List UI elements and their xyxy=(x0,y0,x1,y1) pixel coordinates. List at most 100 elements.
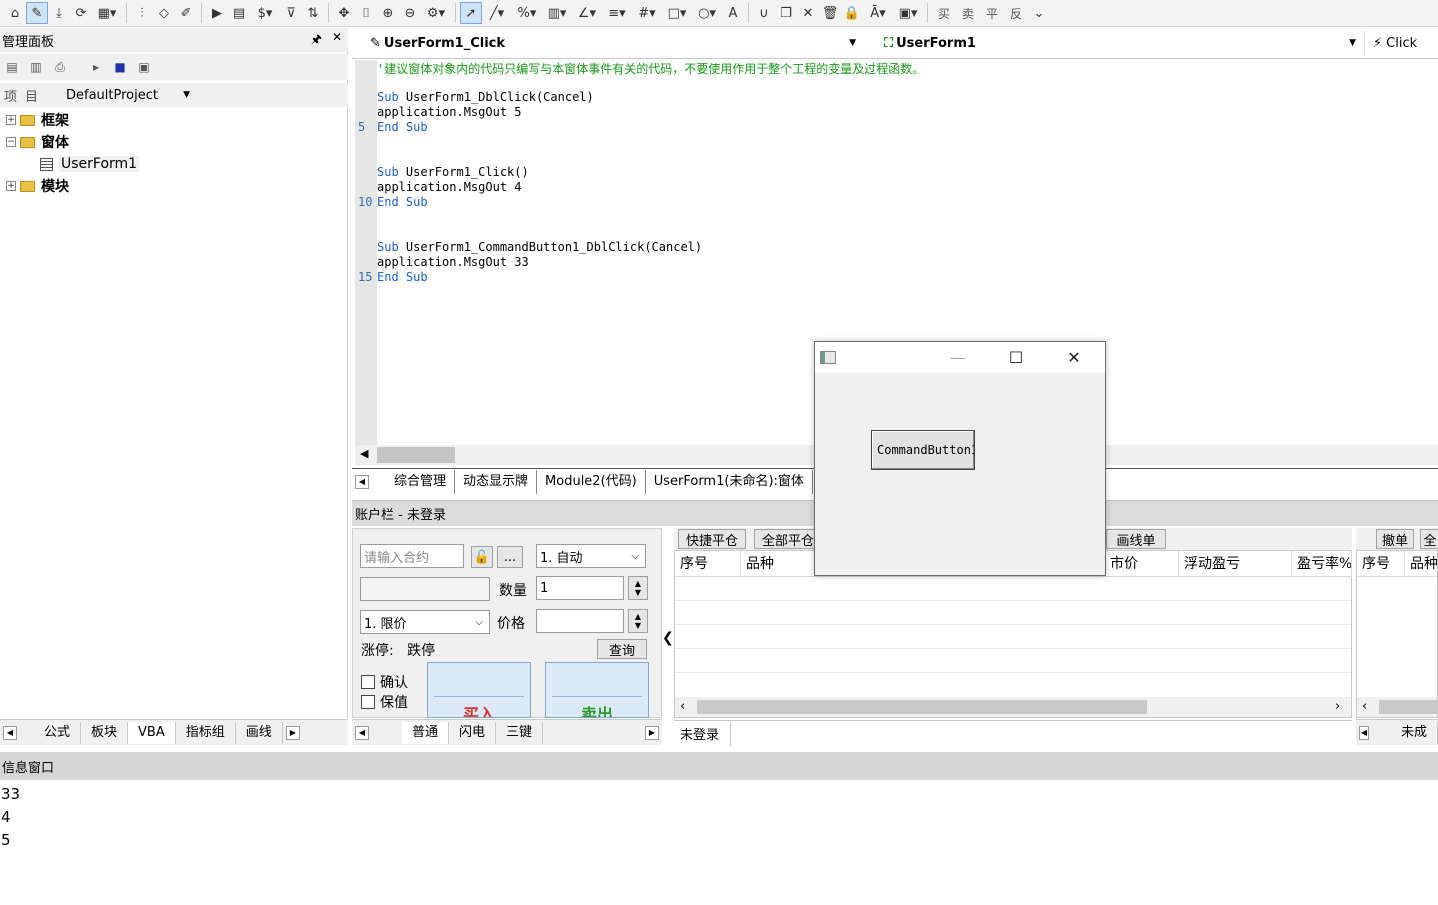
close-all-button[interactable]: 全部平仓 xyxy=(754,529,822,549)
tab-scroll-left-icon[interactable]: ◀ xyxy=(1359,725,1369,740)
column-header[interactable]: 盈亏率% xyxy=(1292,551,1352,577)
angle-icon[interactable]: ∠▾ xyxy=(572,2,602,24)
rectangle-icon[interactable]: □▾ xyxy=(662,2,692,24)
object-select[interactable]: ⛶ UserForm1 ▼ xyxy=(864,31,1364,55)
quick-close-button[interactable]: 快捷平仓 xyxy=(678,529,746,549)
procedure-select[interactable]: ✎ UserForm1_Click ▼ xyxy=(352,31,864,55)
minimize-icon[interactable]: — xyxy=(929,342,987,373)
column-header[interactable]: 序号 xyxy=(1357,551,1405,577)
command-button-1[interactable]: CommandButton1 xyxy=(871,430,975,470)
close-position-text-button[interactable]: 平 xyxy=(980,2,1004,24)
magnet-icon[interactable]: ∪ xyxy=(753,2,775,24)
grid-horizontal-scrollbar[interactable]: ‹ › xyxy=(675,697,1351,717)
scroll-left-icon[interactable]: ‹ xyxy=(680,699,685,714)
move-icon[interactable]: ✥ xyxy=(333,2,355,24)
reverse-text-button[interactable]: 反 xyxy=(1004,2,1028,24)
confirm-checkbox[interactable]: 确认 xyxy=(361,672,408,692)
column-header[interactable]: 市价 xyxy=(1105,551,1179,577)
more-button[interactable]: ... xyxy=(497,546,523,568)
scrollbar-thumb[interactable] xyxy=(377,447,455,463)
contract-input[interactable]: 请输入合约 xyxy=(360,544,464,568)
tab-three-key[interactable]: 三键 xyxy=(496,721,544,744)
pin-icon[interactable]: 🖈 xyxy=(311,30,322,51)
query-button[interactable]: 查询 xyxy=(597,639,647,659)
tree-item[interactable]: UserForm1 xyxy=(6,153,336,175)
copy-icon[interactable]: ❐ xyxy=(775,2,797,24)
price-input[interactable] xyxy=(536,609,624,633)
tab-formula[interactable]: 公式 xyxy=(34,721,82,744)
ruler-pen-icon[interactable]: ✎ xyxy=(26,2,48,24)
scale-icon[interactable]: ▥▾ xyxy=(542,2,572,24)
dollar-icon[interactable]: $▾ xyxy=(250,2,280,24)
edit-icon[interactable]: ✐ xyxy=(175,2,197,24)
cancel-all-button[interactable]: 全 xyxy=(1420,529,1438,549)
scrollbar-thumb[interactable] xyxy=(697,700,1147,714)
view-object-icon[interactable]: ▥ xyxy=(26,60,46,74)
keep-value-checkbox[interactable]: 保值 xyxy=(361,692,408,712)
trash-icon[interactable]: 🗑 xyxy=(819,2,841,24)
run-icon[interactable]: ▸ xyxy=(86,60,106,74)
bracket-icon[interactable]: ⌷ xyxy=(355,2,377,24)
cancel-order-button[interactable]: 撤单 xyxy=(1376,529,1414,549)
project-select[interactable]: DefaultProject ▼ xyxy=(60,85,190,105)
tab-comprehensive-management[interactable]: 综合管理 xyxy=(372,469,456,494)
tab-module2-code[interactable]: Module2(代码) xyxy=(537,469,646,494)
document-icon[interactable]: ▤ xyxy=(228,2,250,24)
settings-icon[interactable]: ⚙▾ xyxy=(421,2,451,24)
grid-horizontal-scrollbar[interactable]: ‹ xyxy=(1357,697,1437,717)
play-icon[interactable]: ▶ xyxy=(206,2,228,24)
scrollbar-thumb[interactable] xyxy=(1379,700,1437,714)
tab-scroll-left-icon[interactable]: ◀ xyxy=(355,474,369,489)
tab-scroll-left-icon[interactable]: ◀ xyxy=(3,725,17,740)
cursor-icon[interactable]: ➚ xyxy=(460,2,482,24)
userform-titlebar[interactable]: — ☐ ✕ xyxy=(815,342,1105,373)
sell-text-button[interactable]: 卖 xyxy=(956,2,980,24)
event-select[interactable]: ⚡ Click xyxy=(1364,31,1417,55)
collapse-arrow-icon[interactable]: ❮ xyxy=(662,630,674,646)
scroll-left-icon[interactable]: ‹ xyxy=(1362,699,1367,714)
zoom-in-icon[interactable]: ⊕ xyxy=(377,2,399,24)
lock-icon[interactable]: 🔒 xyxy=(841,2,863,24)
properties-icon[interactable]: ▣ xyxy=(134,60,154,74)
quantity-input[interactable]: 1 xyxy=(536,576,624,600)
bars-icon[interactable]: ⫶ xyxy=(131,2,153,24)
grid-icon[interactable]: ▦▾ xyxy=(92,2,122,24)
split-icon[interactable]: ⇅ xyxy=(302,2,324,24)
column-header[interactable]: 品种 xyxy=(1405,551,1437,577)
buy-button[interactable]: 买入 xyxy=(427,662,531,718)
sell-button[interactable]: 卖出 xyxy=(545,662,649,718)
tab-normal[interactable]: 普通 xyxy=(402,721,450,744)
download-icon[interactable]: ⤓ xyxy=(48,2,70,24)
stop-icon[interactable]: ■ xyxy=(110,60,130,74)
filter-icon[interactable]: ⊽ xyxy=(280,2,302,24)
column-header[interactable]: 序号 xyxy=(675,551,741,577)
circle-icon[interactable]: ○▾ xyxy=(692,2,722,24)
delete-icon[interactable]: ✕ xyxy=(797,2,819,24)
percent-icon[interactable]: %▾ xyxy=(512,2,542,24)
buy-text-button[interactable]: 买 xyxy=(932,2,956,24)
open-type-select[interactable]: 1. 自动 ⌵ xyxy=(536,544,646,568)
grid-lines-icon[interactable]: #▾ xyxy=(632,2,662,24)
line-icon[interactable]: ╱▾ xyxy=(482,2,512,24)
view-code-icon[interactable]: ▤ xyxy=(2,60,22,74)
zoom-out-icon[interactable]: ⊖ xyxy=(399,2,421,24)
tab-drawing[interactable]: 画线 xyxy=(236,721,283,744)
diamond-icon[interactable]: ◇ xyxy=(153,2,175,24)
save-icon[interactable]: ▣▾ xyxy=(893,2,923,24)
sync-icon[interactable]: ⟳ xyxy=(70,2,92,24)
home-icon[interactable]: ⌂ xyxy=(4,2,26,24)
close-icon[interactable]: ✕ xyxy=(1045,342,1103,373)
quantity-stepper[interactable]: ▲ ▼ xyxy=(628,576,648,600)
overflow-chevron-icon[interactable]: ⌄ xyxy=(1028,2,1050,24)
tree-item[interactable]: + 框架 xyxy=(6,109,336,131)
expand-toggle-icon[interactable]: + xyxy=(6,115,16,125)
tab-userform1-window[interactable]: UserForm1(未命名):窗体 xyxy=(645,469,813,494)
line-order-button[interactable]: 画线单 xyxy=(1106,529,1166,549)
maximize-icon[interactable]: ☐ xyxy=(987,342,1045,373)
tab-unfilled[interactable]: 未成 xyxy=(1391,721,1438,744)
tree-item[interactable]: − 窗体 xyxy=(6,131,336,153)
close-icon[interactable]: ✕ xyxy=(332,30,342,51)
tab-sector[interactable]: 板块 xyxy=(81,721,129,744)
price-type-select[interactable]: 1. 限价 ⌵ xyxy=(360,610,490,634)
price-stepper[interactable]: ▲ ▼ xyxy=(628,609,648,633)
